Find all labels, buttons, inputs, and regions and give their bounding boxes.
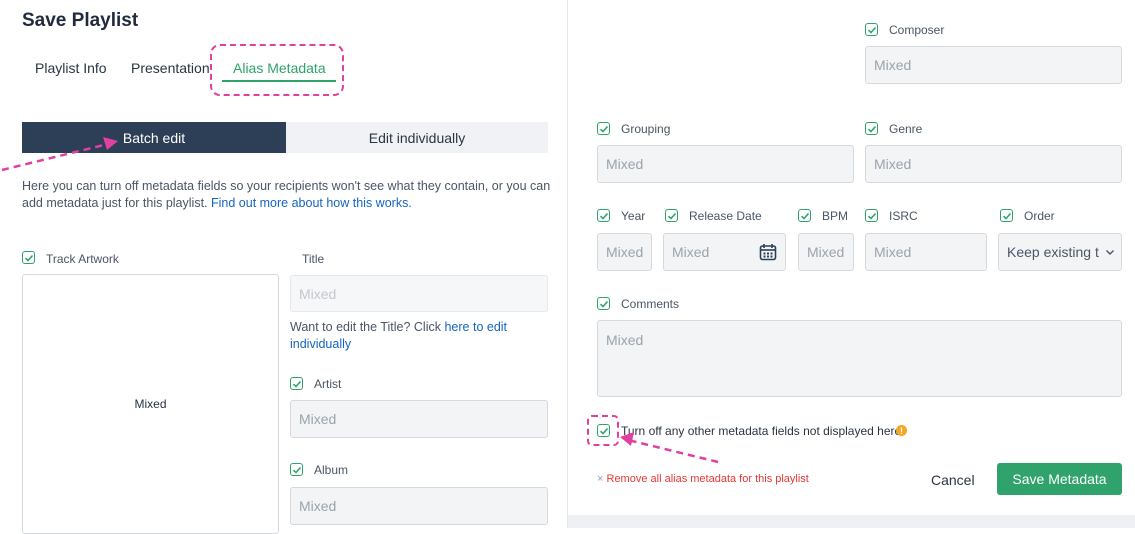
annotation-arrowhead-batch bbox=[103, 137, 118, 150]
annotation-arrow-checkbox bbox=[627, 438, 719, 464]
annotation-arrows bbox=[1, 137, 719, 464]
annotation-arrowhead-checkbox bbox=[620, 432, 634, 446]
annotation-arrow-batch bbox=[1, 141, 113, 172]
